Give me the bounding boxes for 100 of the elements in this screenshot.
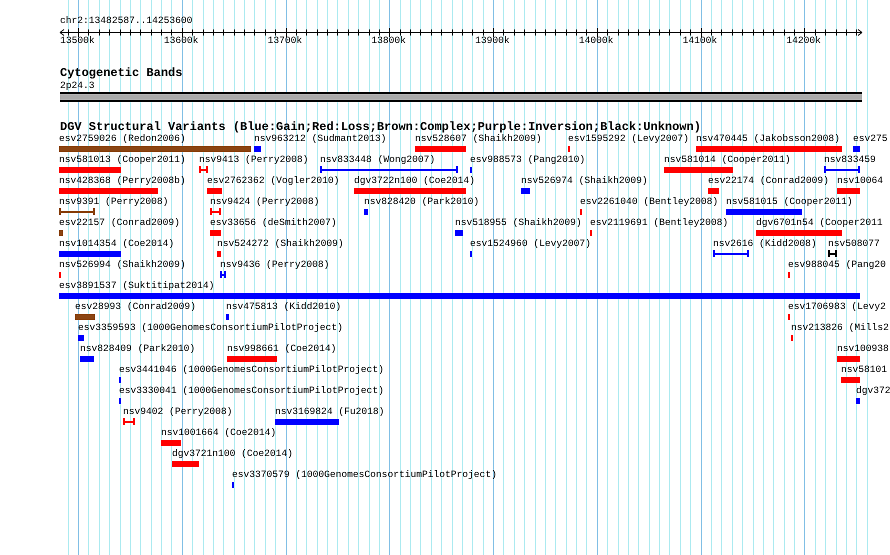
variant-label: nsv581015 (Cooper2011)	[726, 196, 853, 207]
variant-label: nsv508077	[828, 238, 880, 249]
tick-label: 14100k	[682, 35, 718, 46]
variant-label: nsv833448 (Wong2007)	[320, 154, 436, 165]
variant-bar[interactable]	[80, 356, 94, 362]
tick-label: 13600k	[164, 35, 198, 46]
variant-label: esv22174 (Conrad2009)	[708, 175, 829, 186]
variant-label: nsv963212 (Sudmant2013)	[254, 133, 386, 144]
variant-bar[interactable]	[207, 188, 222, 194]
variant-span[interactable]	[220, 271, 226, 278]
variant-label: nsv1014354 (Coe2014)	[59, 238, 174, 249]
tick-label: 13700k	[268, 35, 302, 46]
tick-label: 14000k	[578, 35, 614, 46]
variant-bar[interactable]	[172, 461, 199, 467]
track-title: DGV Structural Variants (Blue:Gain;Red:Loss;Brown:Complex;Purple:Inversion;Black:Unknown)	[60, 121, 701, 134]
variant-label: nsv10064	[837, 175, 884, 186]
variant-label: nsv524272 (Shaikh2009)	[217, 238, 344, 249]
tick-label: 14200k	[786, 35, 821, 46]
band-label: 2p24.3	[60, 80, 95, 91]
variant-label: nsv526974 (Shaikh2009)	[521, 175, 648, 186]
variant-label: esv3370579 (1000GenomesConsortiumPilotProject)	[232, 469, 497, 480]
variant-label: dgv6701n54 (Cooper2011	[756, 217, 883, 228]
variant-label: nsv9391 (Perry2008)	[59, 196, 168, 207]
variant-label: nsv9413 (Perry2008)	[199, 154, 308, 165]
variant-bar[interactable]	[217, 251, 221, 257]
variant-bar[interactable]	[78, 335, 84, 341]
variant-label: nsv828420 (Park2010)	[364, 196, 480, 207]
tick-label: 13500k	[60, 35, 95, 46]
variant-bar[interactable]	[415, 146, 466, 152]
variant-label: nsv475813 (Kidd2010)	[226, 301, 342, 312]
variant-bar[interactable]	[354, 188, 466, 194]
variant-label: esv2261040 (Bentley2008)	[580, 196, 718, 207]
tick-label: 13800k	[371, 35, 406, 46]
variant-label: nsv428368 (Perry2008b)	[59, 175, 186, 186]
variant-label: nsv9402 (Perry2008)	[123, 406, 232, 417]
variant-bar[interactable]	[59, 293, 860, 299]
variant-label: nsv1001664 (Coe2014)	[161, 427, 276, 438]
variant-label: esv33656 (deSmith2007)	[210, 217, 337, 228]
variant-label: dgv372	[856, 385, 890, 396]
variant-bar[interactable]	[696, 146, 842, 152]
variant-label: nsv833459	[824, 154, 876, 165]
variant-label: esv275	[853, 133, 888, 144]
variant-label: dgv3721n100 (Coe2014)	[172, 448, 293, 459]
variant-label: esv3441046 (1000GenomesConsortiumPilotProject)	[119, 364, 384, 375]
variant-label: nsv9424 (Perry2008)	[210, 196, 320, 207]
variant-bar[interactable]	[254, 146, 261, 152]
variant-bar[interactable]	[726, 209, 802, 215]
variant-label: esv28993 (Conrad2009)	[75, 301, 196, 312]
variant-label: esv2759026 (Redon2006)	[59, 133, 186, 144]
variant-label: esv3359593 (1000GenomesConsortiumPilotProject)	[78, 322, 343, 333]
variant-label: nsv581013 (Cooper2011)	[59, 154, 186, 165]
variant-label: dgv3722n100 (Coe2014)	[354, 175, 475, 186]
variant-bar[interactable]	[853, 146, 860, 152]
variant-label: nsv526994 (Shaikh2009)	[59, 259, 186, 270]
variant-label: nsv213826 (Mills2	[791, 322, 889, 333]
tick-label: 13900k	[475, 35, 510, 46]
variant-bar[interactable]	[227, 356, 277, 362]
variant-label: nsv518955 (Shaikh2009)	[455, 217, 582, 228]
variant-span[interactable]	[828, 250, 837, 257]
variant-label: nsv528607 (Shaikh2009)	[415, 133, 542, 144]
variant-label: esv2762362 (Vogler2010)	[207, 175, 340, 186]
variant-label: esv22157 (Conrad2009)	[59, 217, 180, 228]
variant-bar[interactable]	[59, 251, 121, 257]
variant-label: esv988045 (Pang20	[788, 259, 886, 270]
variant-bar[interactable]	[59, 146, 251, 152]
variant-label: nsv100938	[837, 343, 889, 354]
variant-label: nsv581014 (Cooper2011)	[664, 154, 791, 165]
variant-bar[interactable]	[856, 398, 860, 404]
variant-label: nsv58101	[841, 364, 888, 375]
variant-label: nsv9436 (Perry2008)	[220, 259, 330, 270]
variant-bar[interactable]	[275, 419, 339, 425]
variant-bar[interactable]	[226, 314, 229, 320]
variant-bar[interactable]	[75, 314, 95, 320]
variant-bar[interactable]	[521, 188, 530, 194]
variant-bar[interactable]	[708, 188, 719, 194]
variant-label: nsv998661 (Coe2014)	[227, 343, 336, 354]
variant-bar[interactable]	[59, 167, 121, 173]
variant-label: esv3330041 (1000GenomesConsortiumPilotProject)	[119, 385, 384, 396]
variant-bar[interactable]	[756, 230, 842, 236]
variant-label: nsv828409 (Park2010)	[80, 343, 196, 354]
variant-label: esv1595292 (Levy2007)	[568, 133, 689, 144]
variant-bar[interactable]	[59, 230, 63, 236]
variant-label: nsv3169824 (Fu2018)	[275, 406, 384, 417]
variant-bar[interactable]	[455, 230, 463, 236]
variant-bar[interactable]	[664, 167, 733, 173]
variant-label: nsv2616 (Kidd2008)	[713, 238, 817, 249]
variant-bar[interactable]	[210, 230, 221, 236]
variant-bar[interactable]	[837, 188, 860, 194]
variant-bar[interactable]	[841, 377, 860, 383]
range-label: chr2:13482587..14253600	[60, 15, 192, 26]
variant-label: esv2119691 (Bentley2008)	[590, 217, 728, 228]
variant-label: nsv470445 (Jakobsson2008)	[696, 133, 840, 144]
variant-bar[interactable]	[837, 356, 860, 362]
variant-label: esv1524960 (Levy2007)	[470, 238, 591, 249]
variant-bar[interactable]	[161, 440, 181, 446]
variant-label: esv3891537 (Suktitipat2014)	[59, 280, 214, 291]
variant-bar[interactable]	[364, 209, 368, 215]
track-title: Cytogenetic Bands	[60, 67, 182, 80]
variant-bar[interactable]	[59, 188, 158, 194]
variant-label: esv988573 (Pang2010)	[470, 154, 586, 165]
